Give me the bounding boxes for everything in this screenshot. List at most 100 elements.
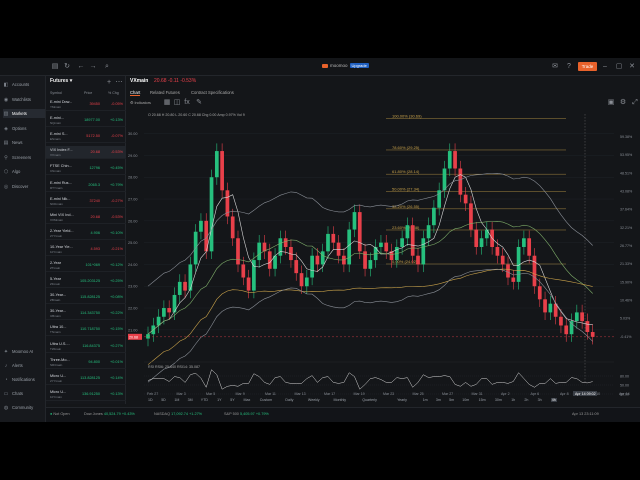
watchlist-row[interactable]: 10-Year Yie... 10Ymain 4.593 -0.21% bbox=[46, 243, 126, 256]
index-ticker[interactable]: S&P 500 5,405.97 +0.79% bbox=[224, 412, 269, 416]
watchlist-row[interactable]: Ultra 10... TNmain 110.718750 +0.15% bbox=[46, 323, 126, 337]
watchlist-row[interactable]: E-mini S... ESmain 5172.50 -0.07% bbox=[46, 130, 126, 144]
refresh-icon[interactable]: ↻ bbox=[62, 62, 72, 72]
col-price[interactable]: Price bbox=[84, 91, 92, 95]
nav-item-community[interactable]: ◍ Community bbox=[3, 403, 45, 412]
mail-icon[interactable]: ✉ bbox=[550, 62, 560, 72]
nav-item-discover[interactable]: ◎ Discover bbox=[3, 182, 45, 191]
index-ticker[interactable]: Dow Jones 40,524.79 +0.43% bbox=[84, 412, 135, 416]
timeframe-30m[interactable]: 30m bbox=[495, 398, 502, 402]
timeframe-1y[interactable]: 1Y bbox=[217, 398, 221, 402]
timeframe-3m[interactable]: 3M bbox=[188, 398, 193, 402]
close-icon[interactable]: ✕ bbox=[627, 62, 637, 72]
trade-button[interactable]: Trade bbox=[578, 62, 597, 71]
help-icon[interactable]: ? bbox=[564, 62, 574, 72]
watchlist-row[interactable]: E-mini Nik... NKDmain 37240 -0.27% bbox=[46, 195, 126, 208]
watchlist-row[interactable]: Mini VIX Ind... VXMmain 20.68 -0.53% bbox=[46, 211, 126, 224]
timeframe-1d[interactable]: 1D bbox=[148, 398, 153, 402]
fx-icon[interactable]: fx bbox=[182, 98, 192, 108]
timeframe-max[interactable]: Max bbox=[244, 398, 251, 402]
tab-related-futures[interactable]: Related Futures bbox=[150, 90, 180, 95]
timeframe-3m[interactable]: 3m bbox=[436, 398, 441, 402]
price-chart[interactable]: 30.00 29.00 28.00 27.00 26.00 25.00 24.00 23.00… bbox=[126, 108, 640, 397]
col-change[interactable]: % Chg bbox=[108, 91, 119, 95]
layout-icon[interactable]: ▦ bbox=[162, 98, 172, 108]
timeframe-ytd[interactable]: YTD bbox=[201, 398, 208, 402]
back-arrow-icon[interactable]: ← bbox=[76, 62, 86, 72]
timeframe-bar: 1D 5D 1M 3M YTD 1Y 5Y Max Custom Daily Weekly Month… bbox=[126, 397, 640, 405]
upgrade-badge[interactable]: Upgrade bbox=[349, 63, 369, 68]
timeframe-15m[interactable]: 15m bbox=[479, 398, 486, 402]
index-ticker[interactable]: NASDAQ 17,092.74 +1.27% bbox=[154, 412, 202, 416]
watchlist-row[interactable]: Micro U... 2YYmain 113.828125 +0.14% bbox=[46, 372, 126, 385]
nav-item-accounts[interactable]: ◧ Accounts bbox=[3, 80, 45, 89]
minimize-icon[interactable]: – bbox=[600, 62, 610, 72]
timeframe-5y[interactable]: 5Y bbox=[230, 398, 234, 402]
watchlist-row[interactable]: Three-Mo... SR3main 94.800 +0.01% bbox=[46, 356, 126, 369]
symbol-title: VXmain bbox=[130, 78, 149, 84]
nav-item-chats[interactable]: ▭ Chats bbox=[3, 389, 45, 398]
candle-body bbox=[162, 308, 166, 317]
fullscreen-icon[interactable]: ⤢ bbox=[630, 98, 640, 108]
timeframe-3h[interactable]: 3h bbox=[538, 398, 542, 402]
x-tick-label: Feb 27 bbox=[147, 392, 158, 396]
timeframe-5d[interactable]: 5D bbox=[161, 398, 166, 402]
watchlist-row[interactable]: FTSE Chin... CNmain 12796 +0.45% bbox=[46, 162, 126, 176]
timeframe-4h[interactable]: 4h bbox=[550, 398, 557, 402]
timeframe-1m[interactable]: 1m bbox=[423, 398, 428, 402]
candle-body bbox=[368, 260, 373, 269]
watchlist-row[interactable]: VIX Index F... VXmain 20.68 -0.53% bbox=[46, 146, 126, 160]
watchlist-row[interactable]: 2-Year ZTmain 101^069 +0.12% bbox=[46, 259, 126, 272]
tab-contract-specs[interactable]: Contract Specifications bbox=[191, 90, 234, 95]
timeframe-daily[interactable]: Daily bbox=[285, 398, 293, 402]
timeframe-5m[interactable]: 5m bbox=[449, 398, 454, 402]
timeframe-2h[interactable]: 2h bbox=[524, 398, 528, 402]
search-icon[interactable]: ⌕ bbox=[102, 62, 112, 72]
timeframe-yearly[interactable]: Yearly bbox=[397, 398, 407, 402]
candle-body bbox=[405, 225, 410, 239]
timeframe-quarterly[interactable]: Quarterly bbox=[362, 398, 377, 402]
more-icon[interactable]: ⋯ bbox=[114, 78, 124, 88]
timeframe-weekly[interactable]: Weekly bbox=[308, 398, 320, 402]
timeframe-custom[interactable]: Custom bbox=[260, 398, 272, 402]
watchlist-row[interactable]: E-mini Rus... RTYmain 2065.3 +0.79% bbox=[46, 179, 126, 192]
maximize-icon[interactable]: ▢ bbox=[614, 62, 624, 72]
draw-icon[interactable]: ✎ bbox=[194, 98, 204, 108]
nav-item-alerts[interactable]: ♪ Alerts bbox=[3, 361, 45, 370]
add-icon[interactable]: + bbox=[104, 78, 114, 88]
forward-arrow-icon[interactable]: → bbox=[88, 62, 98, 72]
x-tick-label: Mar 5 bbox=[206, 392, 215, 396]
indicators-button[interactable]: ⚙ Indicators bbox=[130, 100, 151, 105]
watchlist-row[interactable]: E-mini... NQmain 18977.00 +0.13% bbox=[46, 114, 126, 128]
timeframe-1h[interactable]: 1h bbox=[511, 398, 515, 402]
nav-item-algo[interactable]: ⬡ Algo bbox=[3, 167, 45, 176]
watchlist-row[interactable]: Micro U... 10Ymain 136.91250 +0.13% bbox=[46, 388, 126, 401]
row-symbol: E-mini Rus... bbox=[50, 180, 72, 185]
watchlist-row[interactable]: E-mini Dow... YMmain 39450 -0.05% bbox=[46, 98, 126, 111]
candle-body bbox=[299, 273, 304, 287]
screenshot-icon[interactable]: ▣ bbox=[606, 98, 616, 108]
nav-item-watchlists[interactable]: ◉ Watchlists bbox=[3, 95, 45, 104]
watchlist-row[interactable]: 5-Year ZFmain 105.203125 +0.25% bbox=[46, 275, 126, 289]
col-symbol[interactable]: Symbol bbox=[50, 91, 62, 95]
tab-chart[interactable]: Chart bbox=[130, 90, 141, 96]
settings-icon[interactable]: ⚙ bbox=[618, 98, 628, 108]
nav-item-moomoo-ai[interactable]: ✦ Moomoo AI bbox=[3, 347, 45, 356]
timeframe-monthly[interactable]: Monthly bbox=[334, 398, 347, 402]
nav-item-screeners[interactable]: ⚲ Screeners bbox=[3, 153, 45, 162]
watchlist-row[interactable]: 2-Year Yield... 2YYmain 4.906 +0.10% bbox=[46, 227, 126, 240]
watchlist-row[interactable]: 30-Year... ZBmain 115.828125 +0.08% bbox=[46, 291, 126, 305]
row-code: 2YYmain bbox=[50, 233, 63, 238]
nav-item-markets[interactable]: ▥ Markets bbox=[3, 109, 45, 118]
timeframe-1m[interactable]: 1M bbox=[174, 398, 179, 402]
price-tick-label: 27.00 bbox=[128, 198, 138, 202]
watchlist-row[interactable]: Ultra U.S.... TWmain 116.84375 +0.27% bbox=[46, 340, 126, 353]
timeframe-10m[interactable]: 10m bbox=[462, 398, 469, 402]
watchlist-title[interactable]: Futures ▾ bbox=[50, 78, 72, 84]
watchlist-row[interactable]: 30-Year... UBmain 114.343750 +0.22% bbox=[46, 307, 126, 321]
compare-icon[interactable]: ◫ bbox=[172, 98, 182, 108]
nav-item-notifications[interactable]: ◔ Notifications bbox=[3, 375, 45, 384]
sidebar-toggle-icon[interactable]: ▤ bbox=[50, 62, 60, 72]
nav-item-news[interactable]: ▤ News bbox=[3, 138, 45, 147]
nav-item-options[interactable]: ◈ Options bbox=[3, 124, 45, 133]
